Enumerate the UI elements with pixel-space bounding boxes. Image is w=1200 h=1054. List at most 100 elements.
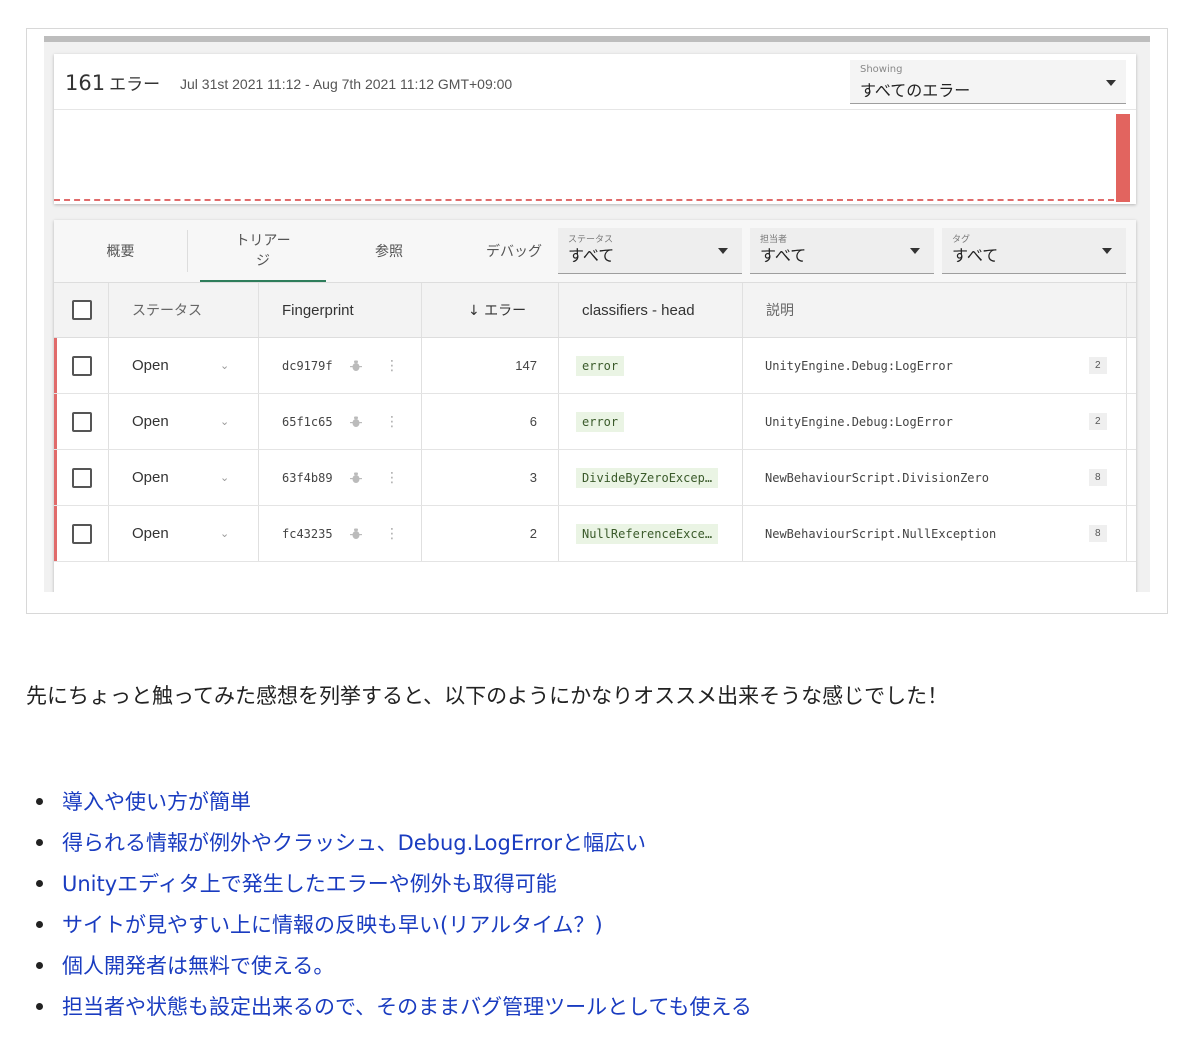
feature-list-item-text[interactable]: Unityエディタ上で発生したエラーや例外も取得可能	[62, 872, 557, 896]
row-classifier-cell: NullReferenceExce…	[576, 506, 719, 561]
tab-overview[interactable]: 概要	[54, 230, 188, 272]
classifier-chip[interactable]: DivideByZeroExcep…	[576, 467, 719, 488]
table-row[interactable]: Open ⌄ dc9179f ⋮ 147 error UnityEngine.D…	[54, 338, 1136, 394]
table-header: ステータス Fingerprint ↓ エラー classifiers - he…	[54, 282, 1136, 338]
feature-list-item: 担当者や状態も設定出来るので、そのままバグ管理ツールとしても使える	[36, 991, 752, 1032]
errors-table-card: 概要 トリアージ 参照 デバッグ ステータス すべて 担当者 すべて タグ すべ…	[54, 220, 1136, 592]
row-description[interactable]: NewBehaviourScript.NullException	[765, 506, 996, 561]
classifier-chip[interactable]: error	[576, 355, 625, 376]
header-classifier[interactable]: classifiers - head	[582, 283, 695, 337]
row-status[interactable]: Open	[132, 394, 169, 449]
row-fingerprint[interactable]: 63f4b89	[282, 450, 333, 505]
error-timeline-chart	[54, 109, 1136, 204]
caret-down-icon	[718, 248, 728, 254]
chevron-down-icon[interactable]: ⌄	[220, 506, 229, 561]
row-description[interactable]: UnityEngine.Debug:LogError	[765, 338, 953, 393]
occurrence-count-badge: 8	[1089, 469, 1107, 486]
more-vert-icon[interactable]: ⋮	[385, 338, 399, 393]
status-filter-value: すべて	[568, 246, 615, 265]
assignee-filter[interactable]: 担当者 すべて	[750, 228, 934, 274]
more-vert-icon[interactable]: ⋮	[385, 506, 399, 561]
row-error-count: 6	[529, 414, 537, 429]
select-all-checkbox[interactable]	[72, 300, 92, 320]
header-status[interactable]: ステータス	[132, 283, 202, 337]
row-fingerprint[interactable]: dc9179f	[282, 338, 333, 393]
row-occurrence-badge-cell: 2	[1089, 394, 1107, 449]
table-row[interactable]: Open ⌄ 63f4b89 ⋮ 3 DivideByZeroExcep… Ne…	[54, 450, 1136, 506]
chevron-down-icon[interactable]: ⌄	[220, 450, 229, 505]
status-filter[interactable]: ステータス すべて	[558, 228, 742, 274]
more-vert-icon[interactable]: ⋮	[385, 450, 399, 505]
header-description[interactable]: 説明	[766, 283, 794, 337]
tag-filter-value: すべて	[952, 246, 999, 265]
row-status[interactable]: Open	[132, 450, 169, 505]
row-classifier-cell: error	[576, 338, 625, 393]
feature-list-item-text[interactable]: 導入や使い方が簡単	[62, 790, 251, 814]
feature-list-item: サイトが見やすい上に情報の反映も早い(リアルタイム？)	[36, 909, 752, 950]
row-occurrence-badge-cell: 8	[1089, 506, 1107, 561]
row-error-count: 3	[529, 470, 537, 485]
tab-triage-label: トリアージ	[235, 232, 291, 269]
top-bar	[44, 36, 1150, 42]
tab-browse[interactable]: 参照	[344, 220, 434, 282]
caret-down-icon	[910, 248, 920, 254]
row-description[interactable]: UnityEngine.Debug:LogError	[765, 394, 953, 449]
feature-list: 導入や使い方が簡単得られる情報が例外やクラッシュ、Debug.LogErrorと…	[36, 786, 752, 1032]
header-fingerprint[interactable]: Fingerprint	[282, 283, 354, 337]
bug-icon	[350, 338, 362, 393]
row-checkbox[interactable]	[72, 467, 92, 488]
feature-list-item-text[interactable]: 個人開発者は無料で使える。	[62, 954, 334, 978]
chevron-down-icon[interactable]: ⌄	[220, 394, 229, 449]
row-classifier-cell: DivideByZeroExcep…	[576, 450, 719, 505]
feature-list-item: 個人開発者は無料で使える。	[36, 950, 752, 991]
tab-triage[interactable]: トリアージ	[200, 220, 326, 282]
feature-list-item-text[interactable]: 担当者や状態も設定出来るので、そのままバグ管理ツールとしても使える	[62, 995, 752, 1019]
row-checkbox[interactable]	[72, 411, 92, 432]
tab-bar: 概要 トリアージ 参照 デバッグ ステータス すべて 担当者 すべて タグ すべ…	[54, 220, 1136, 282]
header-errors[interactable]: ↓ エラー	[468, 283, 526, 337]
bug-icon	[350, 450, 362, 505]
feature-list-item-text[interactable]: 得られる情報が例外やクラッシュ、Debug.LogErrorと幅広い	[62, 831, 646, 855]
classifier-chip[interactable]: NullReferenceExce…	[576, 523, 719, 544]
row-status[interactable]: Open	[132, 338, 169, 393]
row-checkbox-cell	[72, 506, 92, 561]
error-summary-card: 161 エラー Jul 31st 2021 11:12 - Aug 7th 202…	[54, 54, 1136, 204]
row-checkbox-cell	[72, 450, 92, 505]
row-fingerprint[interactable]: fc43235	[282, 506, 333, 561]
feature-list-item: 得られる情報が例外やクラッシュ、Debug.LogErrorと幅広い	[36, 827, 752, 868]
error-count: 161 エラー	[65, 71, 161, 95]
embedded-screenshot: 161 エラー Jul 31st 2021 11:12 - Aug 7th 202…	[44, 36, 1150, 592]
row-status-marker	[54, 506, 57, 561]
bullet-icon	[36, 798, 43, 805]
showing-value: すべてのエラー	[860, 81, 971, 100]
row-description[interactable]: NewBehaviourScript.DivisionZero	[765, 450, 989, 505]
showing-label: Showing	[860, 64, 903, 75]
chevron-down-icon[interactable]: ⌄	[220, 338, 229, 393]
tag-filter[interactable]: タグ すべて	[942, 228, 1126, 274]
more-vert-icon[interactable]: ⋮	[385, 394, 399, 449]
showing-select[interactable]: Showing すべてのエラー	[850, 60, 1126, 104]
tab-debug[interactable]: デバッグ	[464, 220, 564, 282]
bullet-icon	[36, 921, 43, 928]
row-checkbox-cell	[72, 394, 92, 449]
table-row[interactable]: Open ⌄ fc43235 ⋮ 2 NullReferenceExce… Ne…	[54, 506, 1136, 562]
table-body: Open ⌄ dc9179f ⋮ 147 error UnityEngine.D…	[54, 338, 1136, 562]
intro-paragraph: 先にちょっと触ってみた感想を列挙すると、以下のようにかなりオススメ出来そうな感じ…	[26, 684, 949, 708]
row-checkbox[interactable]	[72, 355, 92, 376]
occurrence-count-badge: 2	[1089, 357, 1107, 374]
row-occurrence-badge-cell: 2	[1089, 338, 1107, 393]
row-fingerprint[interactable]: 65f1c65	[282, 394, 333, 449]
bug-icon	[350, 506, 362, 561]
row-status[interactable]: Open	[132, 506, 169, 561]
row-checkbox[interactable]	[72, 523, 92, 544]
assignee-filter-value: すべて	[760, 246, 807, 265]
timeline-baseline	[54, 199, 1114, 201]
caret-down-icon	[1106, 80, 1116, 86]
feature-list-item: 導入や使い方が簡単	[36, 786, 752, 827]
row-classifier-cell: error	[576, 394, 625, 449]
table-row[interactable]: Open ⌄ 65f1c65 ⋮ 6 error UnityEngine.Deb…	[54, 394, 1136, 450]
select-all-checkbox-cell	[72, 283, 92, 337]
feature-list-item-text[interactable]: サイトが見やすい上に情報の反映も早い(リアルタイム？)	[62, 913, 603, 937]
row-status-marker	[54, 394, 57, 449]
classifier-chip[interactable]: error	[576, 411, 625, 432]
